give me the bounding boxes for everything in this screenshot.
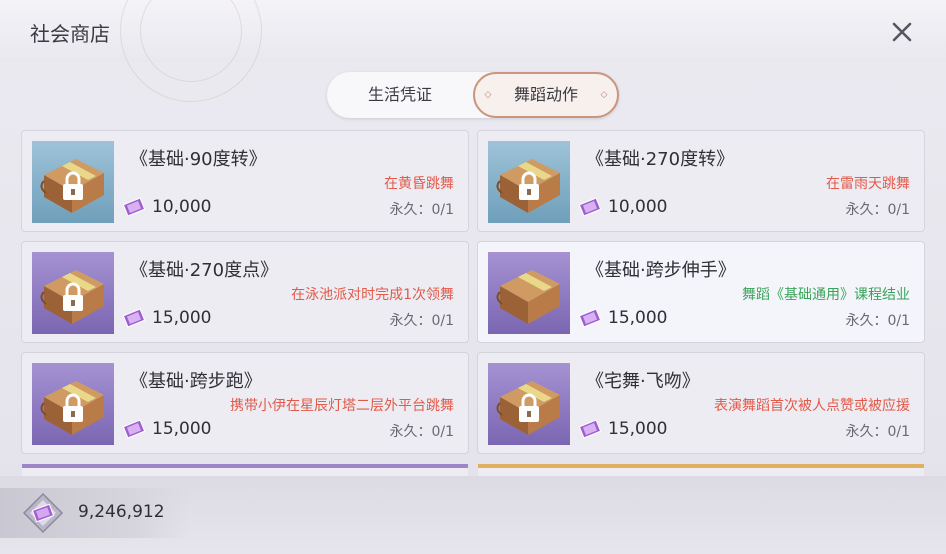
currency-amount: 9,246,912 — [78, 502, 165, 522]
item-requirement: 在雷雨天跳舞 — [826, 176, 910, 192]
close-button[interactable] — [886, 18, 918, 48]
item-purchase-limit: 永久：0/1 — [845, 202, 910, 218]
item-price: 15,000 — [152, 308, 212, 328]
item-price: 10,000 — [608, 197, 668, 217]
item-name: 《基础·90度转》 — [130, 149, 267, 170]
item-card[interactable]: 《基础·跨步伸手》 舞蹈《基础通用》课程结业 15,000 永久：0/1 — [478, 242, 924, 342]
item-purchase-limit: 永久：0/1 — [389, 313, 454, 329]
item-requirement: 携带小伊在星辰灯塔二层外平台跳舞 — [230, 398, 454, 414]
locked-book-icon — [488, 363, 570, 445]
dance-ticket-icon — [122, 197, 146, 217]
item-card[interactable]: 《基础·跨步跑》携带小伊在星辰灯塔二层外平台跳舞 15,000 永久：0/1 — [22, 353, 468, 453]
item-requirement: 在泳池派对时完成1次领舞 — [291, 287, 454, 303]
item-name: 《基础·270度点》 — [130, 260, 279, 281]
locked-book-icon — [32, 141, 114, 223]
item-requirement: 表演舞蹈首次被人点赞或被应援 — [714, 398, 910, 414]
locked-book-icon — [32, 363, 114, 445]
dance-ticket-currency-icon — [22, 492, 64, 534]
locked-book-icon — [488, 141, 570, 223]
item-name: 《基础·跨步跑》 — [130, 371, 262, 392]
item-name: 《基础·270度转》 — [586, 149, 735, 170]
item-price: 15,000 — [608, 419, 668, 439]
item-purchase-limit: 永久：0/1 — [389, 202, 454, 218]
dance-ticket-icon — [578, 419, 602, 439]
tab-ornament-left-icon: ◇ — [484, 90, 492, 100]
item-purchase-limit: 永久：0/1 — [389, 424, 454, 440]
dance-ticket-icon — [122, 419, 146, 439]
tab-ornament-right-icon: ◇ — [600, 90, 608, 100]
item-name: 《宅舞·飞吻》 — [586, 371, 700, 392]
item-card[interactable]: 《基础·270度点》 在泳池派对时完成1次领舞 15,000 永久：0/1 — [22, 242, 468, 342]
item-name: 《基础·跨步伸手》 — [586, 260, 736, 281]
tab-life-voucher[interactable]: 生活凭证 — [327, 72, 473, 118]
header-bar: 社会商店 — [0, 0, 946, 102]
dance-ticket-icon — [578, 197, 602, 217]
tab-dance-moves-label: 舞蹈动作 — [513, 85, 578, 104]
item-card[interactable]: 《宅舞·飞吻》 表演舞蹈首次被人点赞或被应援 15,000 永久：0/1 — [478, 353, 924, 453]
item-card[interactable]: 《基础·270度转》在雷雨天跳舞 10,000 永久：0/1 — [478, 131, 924, 231]
item-purchase-limit: 永久：0/1 — [845, 424, 910, 440]
item-price: 15,000 — [608, 308, 668, 328]
item-requirement: 舞蹈《基础通用》课程结业 — [742, 287, 910, 303]
item-purchase-limit: 永久：0/1 — [845, 313, 910, 329]
item-price: 15,000 — [152, 419, 212, 439]
dance-ticket-icon — [122, 308, 146, 328]
book-icon — [488, 252, 570, 334]
close-icon — [892, 22, 912, 42]
category-tabs: 生活凭证 ◇ 舞蹈动作 ◇ — [327, 72, 619, 118]
dance-ticket-icon — [578, 308, 602, 328]
page-title: 社会商店 — [30, 22, 110, 46]
shop-panel: 社会商店 生活凭证 ◇ 舞蹈动作 ◇ 《基础·90度转》在黄昏跳舞 10,000 永… — [0, 0, 946, 554]
item-card[interactable]: 《基础·90度转》在黄昏跳舞 10,000 永久：0/1 — [22, 131, 468, 231]
item-requirement: 在黄昏跳舞 — [384, 176, 454, 192]
item-price: 10,000 — [152, 197, 212, 217]
locked-book-icon — [32, 252, 114, 334]
tab-dance-moves[interactable]: ◇ 舞蹈动作 ◇ — [473, 72, 619, 118]
